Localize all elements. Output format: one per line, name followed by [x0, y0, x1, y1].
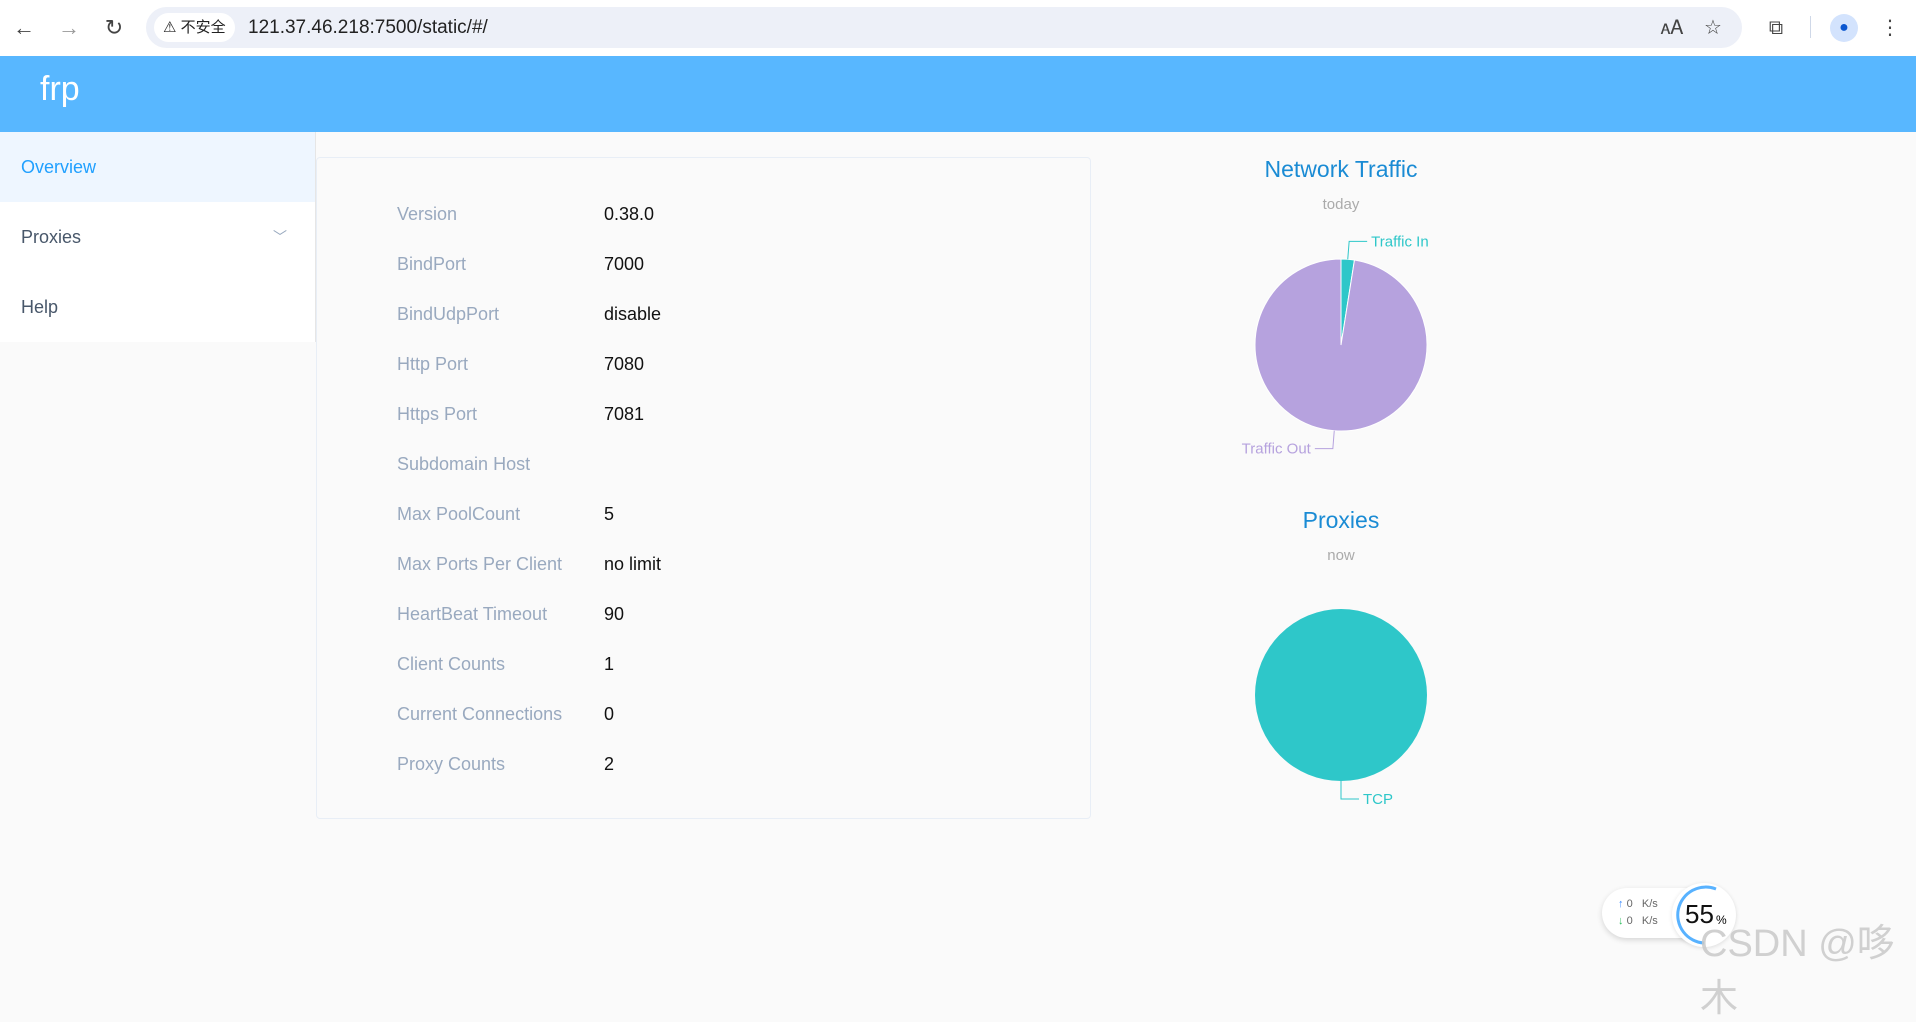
pie-charts: Traffic In Traffic Out TCP: [1242, 233, 1429, 808]
watermark: CSDN @哆木: [1700, 923, 1895, 1020]
upload-arrow-icon: ↑: [1618, 898, 1624, 910]
label-line: [1340, 781, 1359, 800]
pie-slice[interactable]: [1254, 258, 1428, 432]
download-arrow-icon: ↓: [1618, 915, 1624, 927]
pie-slice[interactable]: [1255, 609, 1427, 781]
slice-label: Traffic Out: [1242, 441, 1312, 458]
slice-label: Traffic In: [1371, 233, 1429, 250]
slice-label: TCP: [1363, 791, 1393, 808]
label-line: [1347, 240, 1368, 260]
label-line: [1314, 430, 1335, 450]
